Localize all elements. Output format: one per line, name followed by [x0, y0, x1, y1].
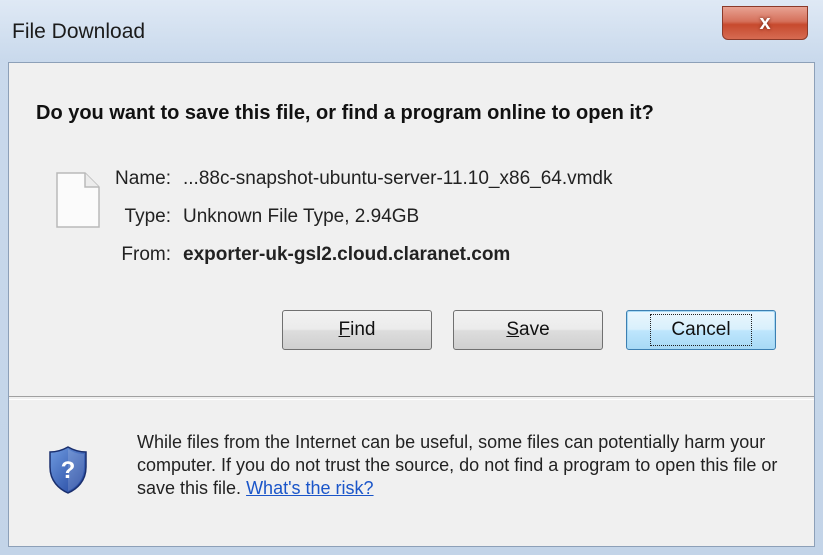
- from-label: From:: [121, 244, 171, 265]
- security-shield-question-icon: ?: [49, 446, 87, 494]
- from-value: exporter-uk-gsl2.cloud.claranet.com: [183, 244, 511, 265]
- name-value: ...88c-snapshot-ubuntu-server-11.10_x86_…: [183, 168, 613, 189]
- warning-text: While files from the Internet can be use…: [137, 432, 778, 498]
- name-label: Name:: [115, 168, 171, 189]
- close-button[interactable]: x: [722, 6, 808, 40]
- title-bar[interactable]: File Download x: [0, 0, 823, 62]
- from-row: From: exporter-uk-gsl2.cloud.claranet.co…: [91, 244, 811, 268]
- close-icon: x: [759, 11, 771, 34]
- whats-the-risk-link[interactable]: What's the risk?: [246, 478, 373, 498]
- type-label: Type:: [124, 206, 171, 227]
- find-button[interactable]: Find: [282, 310, 432, 350]
- file-download-window: File Download x Do you want to save this…: [0, 0, 823, 555]
- dialog-content: Do you want to save this file, or find a…: [8, 62, 815, 547]
- save-button[interactable]: Save: [453, 310, 603, 350]
- window-title: File Download: [12, 20, 146, 43]
- type-row: Type: Unknown File Type, 2.94GB: [91, 206, 811, 230]
- warning-text-block: While files from the Internet can be use…: [137, 431, 787, 500]
- svg-text:?: ?: [61, 457, 76, 484]
- dialog-question: Do you want to save this file, or find a…: [36, 102, 654, 124]
- save-button-label: Save: [506, 319, 550, 340]
- divider: [9, 396, 814, 400]
- cancel-button-label: Cancel: [650, 314, 752, 346]
- find-button-label: Find: [338, 319, 376, 340]
- name-row: Name: ...88c-snapshot-ubuntu-server-11.1…: [91, 168, 811, 192]
- type-value: Unknown File Type, 2.94GB: [183, 206, 420, 227]
- cancel-button[interactable]: Cancel: [626, 310, 776, 350]
